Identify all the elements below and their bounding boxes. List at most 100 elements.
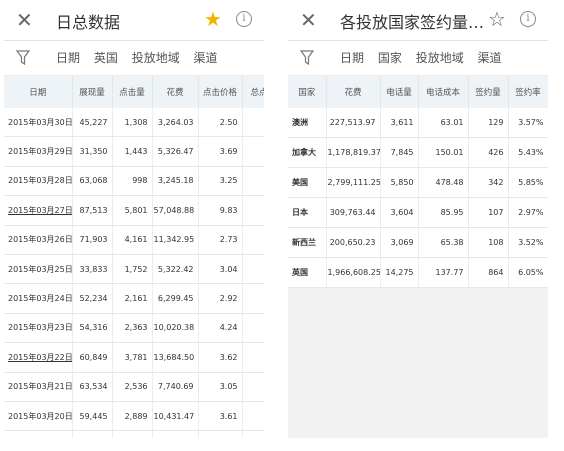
date-cell[interactable]: 2015年03月28日 — [4, 166, 73, 197]
impressions-cell: 67,263 — [72, 430, 113, 438]
cost-cell: 50,320.29 — [152, 430, 199, 438]
cost-cell: 3,264.03 — [152, 108, 199, 138]
column-header[interactable]: 点击价格 — [198, 76, 243, 108]
column-header[interactable]: 总点 — [242, 76, 264, 108]
impressions-cell: 63,068 — [72, 166, 113, 197]
total-clicks-cell — [242, 225, 264, 255]
date-cell[interactable]: 2015年03月24日 — [4, 283, 73, 314]
clicks-cell: 5,801 — [112, 195, 153, 226]
star-outline-icon[interactable]: ☆ — [488, 7, 506, 31]
clicks-cell: 2,161 — [112, 283, 153, 314]
column-header[interactable]: 花费 — [152, 76, 199, 108]
date-cell[interactable]: 2015年03月26日 — [4, 225, 73, 255]
clicks-cell: 998 — [112, 166, 153, 197]
star-filled-icon[interactable]: ★ — [204, 7, 222, 31]
column-header[interactable]: 国家 — [288, 76, 327, 108]
country-cell: 澳洲 — [288, 108, 327, 138]
total-clicks-cell — [242, 195, 264, 226]
table-row[interactable]: 2015年03月21日 63,534 2,536 7,740.69 3.05 — [4, 372, 264, 402]
total-clicks-cell — [242, 136, 264, 167]
filter-tag[interactable]: 英国 — [94, 51, 118, 65]
filter-funnel-icon[interactable] — [16, 50, 30, 66]
cost-cell: 5,326.47 — [152, 136, 199, 167]
filter-tag[interactable]: 日期 — [340, 51, 364, 65]
signups-cell: 342 — [468, 167, 509, 198]
total-clicks-cell — [242, 254, 264, 285]
top-bar: ✕ 各投放国家签约量和签... ☆ i — [288, 0, 548, 41]
date-cell[interactable]: 2015年03月22日 — [4, 342, 73, 373]
column-header[interactable]: 电话量 — [380, 76, 419, 108]
clicks-cell: 2,889 — [112, 401, 153, 432]
table-row[interactable]: 2015年03月27日 87,513 5,801 57,048.88 9.83 — [4, 195, 264, 226]
table-row[interactable]: 2015年03月24日 52,234 2,161 6,299.45 2.92 — [4, 283, 264, 314]
cpc-cell: 3.04 — [198, 254, 243, 285]
signups-cell: 108 — [468, 227, 509, 258]
column-header[interactable]: 日期 — [4, 76, 73, 108]
column-header[interactable]: 展现量 — [72, 76, 113, 108]
signup-rate-cell: 6.05% — [508, 257, 548, 288]
date-cell[interactable]: 2015年03月21日 — [4, 372, 73, 402]
table-row[interactable]: 2015年03月30日 45,227 1,308 3,264.03 2.50 — [4, 108, 264, 138]
filter-bar: 日期 英国 投放地域 渠道 — [4, 41, 264, 76]
table-row[interactable]: 2015年03月25日 33,833 1,752 5,322.42 3.04 — [4, 254, 264, 285]
page-title: 日总数据 — [56, 13, 121, 32]
cost-cell: 57,048.88 — [152, 195, 199, 226]
table-row[interactable]: 日本 309,763.44 3,604 85.95 107 2.97% — [288, 197, 548, 228]
column-header[interactable]: 花费 — [326, 76, 381, 108]
date-cell[interactable]: 2015年03月27日 — [4, 195, 73, 226]
daily-totals-table: 日期 展现量 点击量 花费 点击价格 总点 2015年03月30日 45,227 1… — [4, 76, 264, 438]
column-header[interactable]: 电话成本 — [418, 76, 469, 108]
total-clicks-cell — [242, 166, 264, 197]
country-cell: 英国 — [288, 257, 327, 288]
date-cell[interactable]: 2015年03月25日 — [4, 254, 73, 285]
date-cell[interactable]: 2015年03月23日 — [4, 313, 73, 344]
table-row[interactable]: 2015年03月22日 60,849 3,781 13,684.50 3.62 — [4, 342, 264, 373]
close-icon[interactable]: ✕ — [16, 8, 33, 32]
date-cell[interactable]: 2015年03月19日 — [4, 430, 73, 438]
filter-tag[interactable]: 投放地域 — [132, 51, 180, 65]
cpc-cell: 11.74 — [198, 430, 243, 438]
filter-tag[interactable]: 渠道 — [194, 51, 218, 65]
column-header[interactable]: 签约率 — [508, 76, 548, 108]
table-row[interactable]: 2015年03月23日 54,316 2,363 10,020.38 4.24 — [4, 313, 264, 344]
cost-cell: 5,322.42 — [152, 254, 199, 285]
cpc-cell: 2.50 — [198, 108, 243, 138]
filter-tag[interactable]: 投放地域 — [416, 51, 464, 65]
table-row[interactable]: 新西兰 200,650.23 3,069 65.38 108 3.52% — [288, 227, 548, 258]
total-clicks-cell — [242, 283, 264, 314]
table-row[interactable]: 澳洲 227,513.97 3,611 63.01 129 3.57% — [288, 108, 548, 138]
calls-cell: 7,845 — [380, 137, 419, 168]
cost-cell: 11,342.95 — [152, 225, 199, 255]
date-cell[interactable]: 2015年03月29日 — [4, 136, 73, 167]
info-icon[interactable]: i — [520, 11, 536, 27]
table-row[interactable]: 英国 1,966,608.25 14,275 137.77 864 6.05% — [288, 257, 548, 288]
table-row[interactable]: 2015年03月28日 63,068 998 3,245.18 3.25 — [4, 166, 264, 197]
calls-cell: 5,850 — [380, 167, 419, 198]
filter-funnel-icon[interactable] — [300, 50, 314, 66]
cpc-cell: 3.05 — [198, 372, 243, 402]
filter-tag[interactable]: 日期 — [56, 51, 80, 65]
cost-cell: 6,299.45 — [152, 283, 199, 314]
column-header[interactable]: 签约量 — [468, 76, 509, 108]
call-cost-cell: 65.38 — [418, 227, 469, 258]
info-icon[interactable]: i — [236, 11, 252, 27]
table-row[interactable]: 加拿大 1,178,819.37 7,845 150.01 426 5.43% — [288, 137, 548, 168]
cpc-cell: 2.73 — [198, 225, 243, 255]
signups-cell: 107 — [468, 197, 509, 228]
clicks-cell: 3,781 — [112, 342, 153, 373]
table-row[interactable]: 美国 2,799,111.25 5,850 478.48 342 5.85% — [288, 167, 548, 198]
date-cell[interactable]: 2015年03月30日 — [4, 108, 73, 138]
impressions-cell: 54,316 — [72, 313, 113, 344]
table-row[interactable]: 2015年03月29日 31,350 1,443 5,326.47 3.69 — [4, 136, 264, 167]
close-icon[interactable]: ✕ — [300, 8, 317, 32]
column-header[interactable]: 点击量 — [112, 76, 153, 108]
table-row[interactable]: 2015年03月19日67,2634,28750,320.2911.74 — [4, 430, 264, 438]
date-cell[interactable]: 2015年03月20日 — [4, 401, 73, 432]
country-cell: 美国 — [288, 167, 327, 198]
total-clicks-cell — [242, 313, 264, 344]
filter-tag[interactable]: 国家 — [378, 51, 402, 65]
table-row[interactable]: 2015年03月26日 71,903 4,161 11,342.95 2.73 — [4, 225, 264, 255]
table-row[interactable]: 2015年03月20日 59,445 2,889 10,431.47 3.61 — [4, 401, 264, 432]
cost-cell: 7,740.69 — [152, 372, 199, 402]
filter-tag[interactable]: 渠道 — [478, 51, 502, 65]
